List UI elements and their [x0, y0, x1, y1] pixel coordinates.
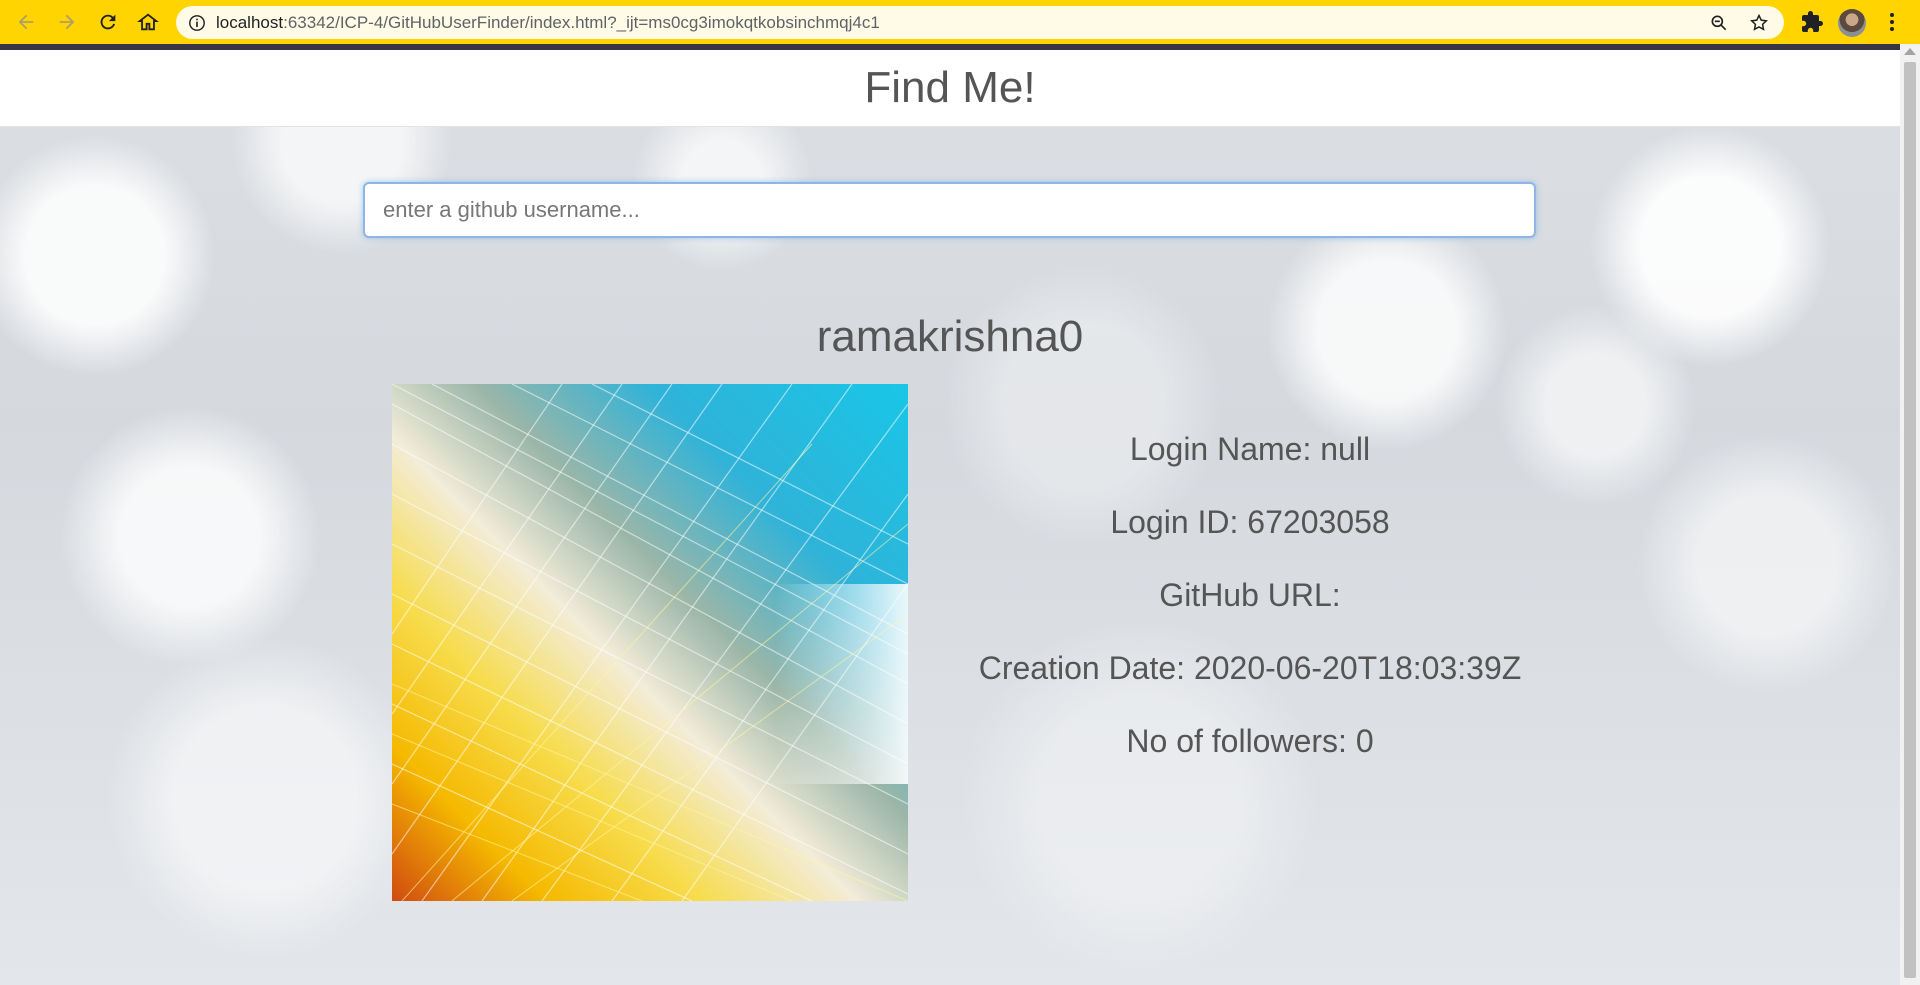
scrollbar[interactable]	[1900, 44, 1920, 985]
login-id-text: Login ID: 67203058	[1110, 504, 1390, 540]
extensions-icon[interactable]	[1800, 10, 1824, 34]
reload-icon[interactable]	[94, 8, 122, 36]
forward-icon[interactable]	[53, 8, 81, 36]
scroll-up-arrow-icon[interactable]	[1904, 48, 1916, 55]
page-title: Find Me!	[864, 63, 1036, 112]
scrollbar-thumb[interactable]	[1904, 62, 1916, 978]
home-icon[interactable]	[134, 8, 162, 36]
user-details: Login Name: null Login ID: 67203058 GitH…	[930, 431, 1570, 800]
star-icon[interactable]	[1748, 12, 1770, 34]
back-icon[interactable]	[12, 8, 40, 36]
menu-icon[interactable]	[1880, 8, 1904, 36]
zoom-icon[interactable]	[1708, 12, 1730, 34]
login-name-text: Login Name: null	[1129, 431, 1371, 467]
page-content: Find Me! ramakrishna0	[0, 50, 1900, 985]
username-search-input[interactable]	[363, 182, 1536, 238]
url-host: localhost	[216, 12, 284, 32]
page-header: Find Me!	[0, 50, 1900, 127]
username-heading: ramakrishna0	[816, 312, 1084, 361]
browser-toolbar: localhost:63342/ICP-4/GitHubUserFinder/i…	[0, 0, 1920, 44]
url-path: :63342/ICP-4/GitHubUserFinder/index.html…	[283, 12, 880, 32]
user-avatar-image	[392, 384, 908, 901]
profile-avatar[interactable]	[1838, 9, 1866, 37]
info-icon[interactable]	[188, 14, 206, 32]
address-bar[interactable]: localhost:63342/ICP-4/GitHubUserFinder/i…	[176, 6, 1784, 39]
followers-text: No of followers: 0	[1126, 723, 1374, 759]
github-url-text[interactable]: GitHub URL:	[930, 579, 1570, 611]
url-text[interactable]: localhost:63342/ICP-4/GitHubUserFinder/i…	[216, 13, 880, 33]
creation-date-text: Creation Date: 2020-06-20T18:03:39Z	[978, 650, 1522, 686]
